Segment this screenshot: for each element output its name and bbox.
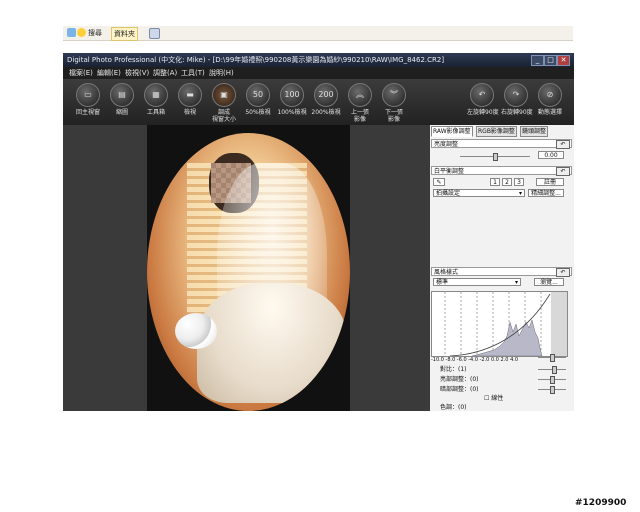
bouquet bbox=[175, 313, 217, 349]
brightness-section-header: 亮度調整 ↶ bbox=[431, 139, 572, 149]
chevron-down-icon: ▾ bbox=[518, 190, 522, 197]
fit-window-icon: ▣ bbox=[212, 83, 236, 107]
maximize-button[interactable]: □ bbox=[544, 55, 557, 66]
wedding-dress bbox=[197, 283, 347, 403]
previous-image-button[interactable]: ︽ 上一張 影像 bbox=[345, 83, 375, 123]
search-label[interactable]: 搜尋 bbox=[88, 27, 102, 39]
color-tone-label: 色調：(0) bbox=[440, 404, 467, 411]
menu-help[interactable]: 說明(H) bbox=[209, 67, 234, 79]
tab-raw[interactable]: RAW影像調整 bbox=[431, 126, 473, 137]
picture-style-browse-button[interactable]: 瀏覽... bbox=[534, 278, 564, 286]
next-image-icon: ︾ bbox=[382, 83, 406, 107]
wb-preset-1[interactable]: 1 bbox=[490, 178, 500, 186]
rotate-right-button[interactable]: ↷ 右旋轉90度 bbox=[501, 83, 533, 116]
linear-checkbox[interactable]: ☐ 線性 bbox=[484, 395, 503, 402]
view-button[interactable]: ▬ 檢視 bbox=[175, 83, 205, 116]
zoom-200-icon: 200 bbox=[314, 83, 338, 107]
minimize-button[interactable]: _ bbox=[531, 55, 544, 66]
view-icon: ▬ bbox=[178, 83, 202, 107]
picture-style-reset-icon[interactable]: ↶ bbox=[556, 268, 570, 277]
menu-tools[interactable]: 工具(T) bbox=[181, 67, 205, 79]
back-icon[interactable] bbox=[67, 28, 76, 37]
search-icon[interactable] bbox=[77, 28, 86, 37]
histogram[interactable] bbox=[431, 291, 568, 357]
color-tone-knob[interactable] bbox=[550, 354, 555, 362]
menu-file[interactable]: 檔案(E) bbox=[69, 67, 93, 79]
wb-fine-tune-button[interactable]: 精細調整... bbox=[528, 189, 564, 197]
next-image-button[interactable]: ︾ 下一張 影像 bbox=[379, 83, 409, 123]
home-window-icon: ▭ bbox=[76, 83, 100, 107]
menu-edit[interactable]: 編輯(E) bbox=[97, 67, 121, 79]
picture-style-section-header: 風格樣式 ↶ bbox=[431, 267, 572, 277]
panel-lower-adjustments bbox=[430, 354, 574, 389]
wb-register-button[interactable]: 註冊 bbox=[536, 178, 564, 186]
zoom-50-button[interactable]: 50 50%檢視 bbox=[243, 83, 273, 116]
tab-lens[interactable]: 鏡頭調整 bbox=[520, 126, 549, 137]
dynamic-select-button[interactable]: ⊘ 動態選擇 bbox=[535, 83, 565, 116]
zoom-200-button[interactable]: 200 200%檢視 bbox=[311, 83, 341, 116]
tab-rgb[interactable]: RGB影像調整 bbox=[476, 126, 517, 137]
brightness-reset-icon[interactable]: ↶ bbox=[556, 140, 570, 149]
white-balance-reset-icon[interactable]: ↶ bbox=[556, 167, 570, 176]
dynamic-select-icon: ⊘ bbox=[538, 83, 562, 107]
menu-bar: 檔案(E) 編輯(E) 檢視(V) 調整(A) 工具(T) 說明(H) bbox=[63, 67, 574, 79]
window-title: Digital Photo Professional (中文化: Mike) -… bbox=[67, 56, 445, 64]
rotate-left-button[interactable]: ↶ 左旋轉90度 bbox=[467, 83, 499, 116]
histogram-graph bbox=[432, 292, 567, 356]
zoom-50-icon: 50 bbox=[246, 83, 270, 107]
white-balance-section-header: 白平衡調整 ↶ bbox=[431, 166, 572, 176]
dpp-window: Digital Photo Professional (中文化: Mike) -… bbox=[63, 53, 574, 411]
bride-photo bbox=[147, 133, 350, 411]
folders-button[interactable]: 資料夾 bbox=[111, 27, 138, 41]
rotate-left-icon: ↶ bbox=[470, 83, 494, 107]
zoom-100-button[interactable]: 100 100%檢視 bbox=[277, 83, 307, 116]
title-bar: Digital Photo Professional (中文化: Mike) -… bbox=[63, 53, 574, 67]
rotate-right-icon: ↷ bbox=[504, 83, 528, 107]
thumbnail-button[interactable]: ▤ 縮圖 bbox=[107, 83, 137, 116]
close-button[interactable]: ✕ bbox=[557, 55, 570, 66]
wb-preset-3[interactable]: 3 bbox=[514, 178, 524, 186]
watermark-text: #1209900 bbox=[575, 498, 627, 508]
thumbnail-icon: ▤ bbox=[110, 83, 134, 107]
view-menu-icon[interactable] bbox=[149, 28, 160, 39]
eyedropper-icon[interactable]: ✎ bbox=[433, 178, 445, 186]
brightness-knob[interactable] bbox=[493, 153, 498, 161]
fit-window-button[interactable]: ▣ 調成 視窗大小 bbox=[209, 83, 239, 123]
menu-view[interactable]: 檢視(V) bbox=[125, 67, 149, 79]
wb-mode-select[interactable]: 拍攝設定 ▾ bbox=[433, 189, 525, 197]
brightness-value-input[interactable]: 0.00 bbox=[538, 151, 564, 159]
wb-preset-2[interactable]: 2 bbox=[502, 178, 512, 186]
chevron-down-icon: ▾ bbox=[514, 279, 518, 286]
picture-style-select[interactable]: 標準 ▾ bbox=[433, 278, 521, 286]
zoom-100-icon: 100 bbox=[280, 83, 304, 107]
main-toolbar: ▭ 回主視窗 ▤ 縮圖 ▦ 工具箱 ▬ 檢視 ▣ 調成 視窗大小 50 50%檢視 100 1… bbox=[63, 79, 574, 125]
image-viewer[interactable] bbox=[63, 125, 430, 411]
menu-adjust[interactable]: 調整(A) bbox=[153, 67, 177, 79]
previous-image-icon: ︽ bbox=[348, 83, 372, 107]
toolbox-icon: ▦ bbox=[144, 83, 168, 107]
toolbox-button[interactable]: ▦ 工具箱 bbox=[141, 83, 171, 116]
explorer-toolbar: 搜尋 資料夾 bbox=[63, 26, 573, 41]
home-window-button[interactable]: ▭ 回主視窗 bbox=[73, 83, 103, 116]
